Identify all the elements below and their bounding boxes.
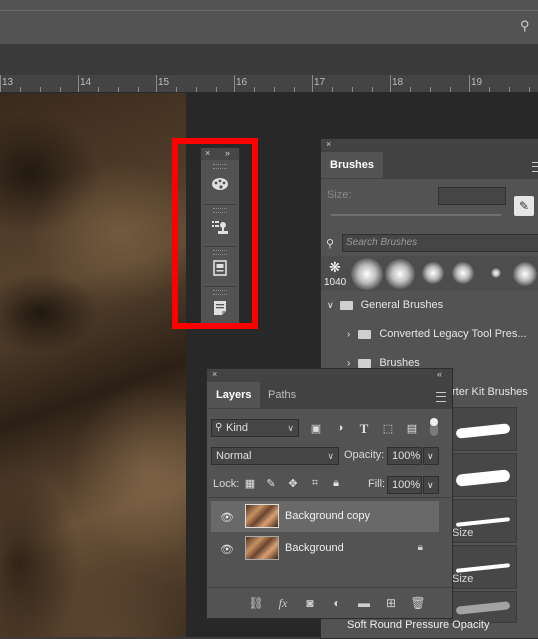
size-slider[interactable] <box>331 214 501 216</box>
lock-all-icon[interactable]: 🔒︎ <box>328 477 344 490</box>
canvas-image[interactable] <box>0 93 186 637</box>
lock-transparent-icon[interactable]: ▦ <box>242 477 258 490</box>
brushes-close-icon[interactable]: × <box>326 139 331 149</box>
highlight-box <box>172 138 258 329</box>
brush-group-general[interactable]: ∨ General Brushes <box>327 291 443 319</box>
lock-paint-icon[interactable]: ✎ <box>263 477 279 490</box>
brush-group-converted[interactable]: › Converted Legacy Tool Pres... <box>347 320 527 348</box>
layers-collapse-icon[interactable]: « <box>437 369 442 379</box>
brush-group-label: Converted Legacy Tool Pres... <box>379 328 527 340</box>
blend-mode-value: Normal <box>216 450 252 462</box>
ruler-number: 16 <box>236 77 248 88</box>
ruler-number: 13 <box>2 77 14 88</box>
layer-lock-icon: 🔒︎ <box>417 542 423 553</box>
layers-menu-icon[interactable] <box>436 392 446 402</box>
tab-bar-area <box>0 44 538 75</box>
recent-brush[interactable] <box>422 262 444 284</box>
layer-filter-select[interactable]: ⚲ Kind ∨ <box>211 419 299 437</box>
tab-paths[interactable]: Paths <box>259 382 305 408</box>
fx-icon[interactable]: fx <box>275 596 291 611</box>
ruler-number: 14 <box>80 77 92 88</box>
search-icon: ⚲ <box>326 238 335 250</box>
brush-name[interactable]: Soft Round Pressure Opacity <box>347 619 489 631</box>
workspace-icon[interactable]: ⚲ <box>520 18 532 33</box>
lock-label: Lock: <box>213 478 240 490</box>
brush-stroke-preview[interactable] <box>449 453 517 497</box>
ruler-number: 18 <box>392 77 404 88</box>
opacity-input[interactable]: 100% <box>387 447 422 465</box>
pixel-filter-icon[interactable]: ▣ <box>308 422 324 435</box>
size-label: Size: <box>327 189 352 201</box>
smart-object-filter-icon[interactable]: ▤ <box>404 422 420 435</box>
folder-icon <box>358 329 372 339</box>
lock-move-icon[interactable]: ✥ <box>285 477 301 490</box>
recent-brush[interactable] <box>491 268 501 278</box>
layers-panel: × « Layers Paths ⚲ Kind ∨ ▣ ◑ T ⬚ ▤ Norm… <box>206 368 453 619</box>
layer-row-background[interactable]: 👁︎ Background 🔒︎ <box>211 533 439 564</box>
new-layer-icon[interactable]: ⊞ <box>383 596 399 610</box>
scatter-brush-icon[interactable]: ❋ <box>329 259 341 276</box>
search-brushes-input[interactable]: Search Brushes <box>342 234 538 252</box>
group-icon[interactable]: ▬ <box>356 596 372 610</box>
brush-group-starter-kit[interactable]: rter Kit Brushes <box>452 378 528 406</box>
chevron-down-icon: ∨ <box>327 300 334 310</box>
lock-artboard-icon[interactable]: ⌗ <box>307 477 323 490</box>
layers-close-icon[interactable]: × <box>212 369 217 379</box>
fill-input[interactable]: 100% <box>387 476 422 494</box>
layer-row-background-copy[interactable]: 👁︎ Background copy <box>211 501 439 532</box>
filter-toggle[interactable] <box>430 418 438 436</box>
brushes-menu-icon[interactable] <box>532 162 538 172</box>
recent-brush[interactable] <box>385 259 415 289</box>
tab-layers[interactable]: Layers <box>207 382 261 408</box>
layer-thumbnail <box>245 504 279 528</box>
blend-mode-select[interactable]: Normal ∨ <box>211 447 339 465</box>
folder-icon <box>358 358 372 368</box>
mask-icon[interactable]: ◙ <box>302 596 318 610</box>
chevron-down-icon: ∨ <box>327 451 334 461</box>
layer-name[interactable]: Background copy <box>285 501 370 532</box>
recent-brush[interactable] <box>452 262 474 284</box>
layer-thumbnail <box>245 536 279 560</box>
recent-brush-size: 1040 <box>324 277 347 288</box>
type-filter-icon[interactable]: T <box>356 421 372 437</box>
recent-brush[interactable] <box>513 262 537 286</box>
visibility-eye-icon[interactable]: 👁︎ <box>220 511 234 524</box>
brush-group-label: General Brushes <box>360 299 444 311</box>
brush-settings-icon[interactable]: ✎ <box>514 196 534 216</box>
recent-brushes-strip: ❋ 1040 <box>321 256 538 291</box>
layers-panel-header: × « <box>207 369 452 381</box>
search-icon: ⚲ <box>215 422 223 433</box>
trash-icon[interactable]: 🗑︎ <box>410 596 426 610</box>
tab-brushes[interactable]: Brushes <box>321 152 384 178</box>
filter-value: Kind <box>226 422 249 434</box>
fill-label: Fill: <box>368 478 386 490</box>
fill-dropdown[interactable]: ∨ <box>423 476 439 494</box>
link-icon[interactable]: ⛓ <box>248 596 264 610</box>
ruler-number: 17 <box>314 77 326 88</box>
ruler-number: 19 <box>471 77 483 88</box>
opacity-dropdown[interactable]: ∨ <box>423 447 439 465</box>
chevron-right-icon: › <box>347 329 351 340</box>
brush-name-fragment: Size <box>452 573 474 585</box>
adjustment-icon[interactable]: ◐ <box>329 596 345 610</box>
folder-icon <box>339 300 353 310</box>
opacity-label: Opacity: <box>344 449 385 461</box>
visibility-eye-icon[interactable]: 👁︎ <box>220 543 234 556</box>
recent-brush[interactable] <box>351 258 383 290</box>
brush-stroke-preview[interactable] <box>449 407 517 451</box>
layer-name[interactable]: Background <box>285 533 344 564</box>
size-field[interactable] <box>438 187 506 205</box>
brushes-panel-header: × <box>321 139 538 151</box>
brush-name-fragment: Size <box>452 527 474 539</box>
brush-group-label: rter Kit Brushes <box>452 386 528 398</box>
shape-filter-icon[interactable]: ⬚ <box>380 422 396 435</box>
options-bar: ⚲ <box>0 0 538 45</box>
adjustment-filter-icon[interactable]: ◑ <box>332 422 348 434</box>
options-divider <box>0 10 538 11</box>
chevron-down-icon: ∨ <box>287 423 294 433</box>
ruler-number: 15 <box>158 77 170 88</box>
horizontal-ruler: 13 14 15 16 17 18 19 <box>0 75 538 93</box>
